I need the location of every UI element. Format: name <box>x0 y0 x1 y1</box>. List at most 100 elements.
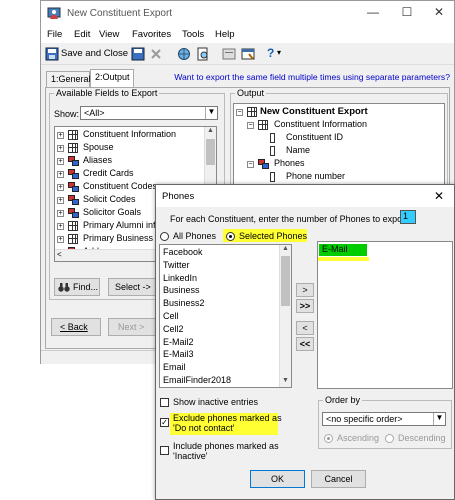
available-field-label: Primary Business i <box>83 233 158 243</box>
minimize-button[interactable]: — <box>363 5 383 21</box>
delete-icon[interactable] <box>149 47 163 61</box>
menu-edit[interactable]: Edit <box>74 29 90 40</box>
list-item[interactable]: Twitter <box>163 260 190 272</box>
add-all-button[interactable]: >> <box>296 299 314 313</box>
list-item[interactable]: Business <box>163 285 200 297</box>
ok-button[interactable]: OK <box>250 470 305 488</box>
all-phones-radio[interactable] <box>160 232 169 241</box>
selected-phones-label: Selected Phones <box>239 231 308 241</box>
expand-icon[interactable]: + <box>57 158 64 165</box>
selected-phones-list[interactable]: E-Mail <box>317 241 453 389</box>
remove-all-button[interactable]: << <box>296 337 314 351</box>
available-field-label: Credit Cards <box>83 168 134 178</box>
menu-bar: File Edit View Favorites Tools Help <box>41 27 454 43</box>
remove-one-button[interactable]: < <box>296 321 314 335</box>
output-tree[interactable]: − New Constituent Export − Constituent In… <box>233 103 445 193</box>
multiple-fields-help-link[interactable]: Want to export the same field multiple t… <box>174 72 450 82</box>
save-and-close-button[interactable]: Save and Close <box>61 48 128 59</box>
back-button[interactable]: < Back <box>51 318 101 336</box>
menu-tools[interactable]: Tools <box>182 29 204 40</box>
expand-icon[interactable]: + <box>57 197 64 204</box>
tab-output[interactable]: 2:Output <box>90 69 134 87</box>
table-icon <box>68 234 78 244</box>
tab-general[interactable]: 1:General <box>46 71 91 87</box>
multi-record-icon <box>68 208 80 219</box>
list-item[interactable]: E-Mail <box>322 244 348 256</box>
globe-icon[interactable] <box>177 47 191 61</box>
collapse-icon[interactable]: − <box>247 122 254 129</box>
field-icon <box>270 133 275 143</box>
show-inactive-checkbox[interactable] <box>160 398 169 407</box>
output-root-label: New Constituent Export <box>260 106 368 117</box>
list-item[interactable]: Cell <box>163 311 179 323</box>
collapse-icon[interactable]: − <box>236 109 243 116</box>
expand-icon[interactable]: + <box>57 236 64 243</box>
list-item[interactable]: Cell2 <box>163 324 184 336</box>
export-icon[interactable] <box>222 47 236 61</box>
selected-phones-radio[interactable] <box>226 232 235 241</box>
binoculars-icon <box>58 283 70 292</box>
expand-icon[interactable]: + <box>57 184 64 191</box>
phones-list-scrollbar[interactable]: ▲ ▼ <box>279 245 291 387</box>
add-one-button[interactable]: > <box>296 283 314 297</box>
list-item[interactable]: Facebook <box>163 247 203 259</box>
expand-icon[interactable]: + <box>57 223 64 230</box>
print-preview-icon[interactable] <box>196 47 210 61</box>
multi-record-icon <box>258 159 270 170</box>
dialog-close-button[interactable]: ✕ <box>434 189 444 203</box>
list-item[interactable]: EmailFinder2018 <box>163 375 231 387</box>
collapse-icon[interactable]: − <box>247 161 254 168</box>
menu-file[interactable]: File <box>47 29 62 40</box>
dialog-title-bar: Phones ✕ <box>156 185 454 207</box>
available-fields-legend: Available Fields to Export <box>56 88 158 98</box>
dialog-title: Phones <box>162 191 195 202</box>
next-button[interactable]: Next > <box>108 318 158 336</box>
phones-count-input[interactable]: 1 <box>400 210 416 224</box>
include-inactive-checkbox[interactable] <box>160 446 169 455</box>
menu-view[interactable]: View <box>99 29 119 40</box>
field-icon <box>270 146 275 156</box>
list-item[interactable]: Email <box>163 362 186 374</box>
scroll-thumb[interactable] <box>281 256 290 306</box>
include-inactive-label-line1: Include phones marked as <box>173 441 279 451</box>
close-button[interactable]: ✕ <box>429 5 449 21</box>
scroll-left-icon[interactable]: < <box>57 250 62 259</box>
list-item[interactable]: E-Mail3 <box>163 349 194 361</box>
cancel-button[interactable]: Cancel <box>311 470 366 488</box>
help-dropdown-icon[interactable]: ▾ <box>277 48 281 57</box>
scroll-down-icon[interactable]: ▼ <box>280 377 291 387</box>
scroll-thumb[interactable] <box>206 139 215 165</box>
find-button[interactable]: Find... <box>54 278 100 296</box>
table-icon <box>258 120 268 130</box>
list-item[interactable]: E-Mail2 <box>163 337 194 349</box>
expand-icon[interactable]: + <box>57 145 64 152</box>
save-icon[interactable] <box>131 47 145 61</box>
show-filter-select[interactable]: <All> ▼ <box>80 106 218 120</box>
selected-item-underline <box>318 257 369 261</box>
chevron-down-icon[interactable]: ▼ <box>205 107 217 119</box>
list-item[interactable]: LinkedIn <box>163 273 197 285</box>
descending-radio[interactable] <box>385 434 394 443</box>
help-button[interactable]: ? <box>267 46 274 60</box>
phones-dialog: Phones ✕ For each Constituent, enter the… <box>155 184 455 500</box>
chevron-down-icon[interactable]: ▼ <box>433 413 445 425</box>
available-field-label: Constituent Codes <box>83 181 158 191</box>
order-by-select[interactable]: <no specific order> ▼ <box>322 412 446 426</box>
multi-record-icon <box>68 169 80 180</box>
available-phones-list[interactable]: Facebook Twitter LinkedIn Business Business2… <box>159 244 292 388</box>
table-icon <box>247 107 257 117</box>
properties-icon[interactable] <box>241 47 255 61</box>
expand-icon[interactable]: + <box>57 171 64 178</box>
maximize-button[interactable]: ☐ <box>397 5 417 21</box>
menu-help[interactable]: Help <box>215 29 235 40</box>
expand-icon[interactable]: + <box>57 132 64 139</box>
expand-icon[interactable]: + <box>57 210 64 217</box>
scroll-up-icon[interactable]: ▲ <box>280 245 291 255</box>
ascending-label: Ascending <box>337 433 380 443</box>
scroll-up-icon[interactable]: ▲ <box>205 127 216 137</box>
ascending-radio[interactable] <box>324 434 333 443</box>
menu-favorites[interactable]: Favorites <box>132 29 171 40</box>
available-field-label: Spouse <box>83 142 114 152</box>
list-item[interactable]: Business2 <box>163 298 205 310</box>
exclude-dnc-checkbox[interactable]: ✓ <box>160 418 169 427</box>
